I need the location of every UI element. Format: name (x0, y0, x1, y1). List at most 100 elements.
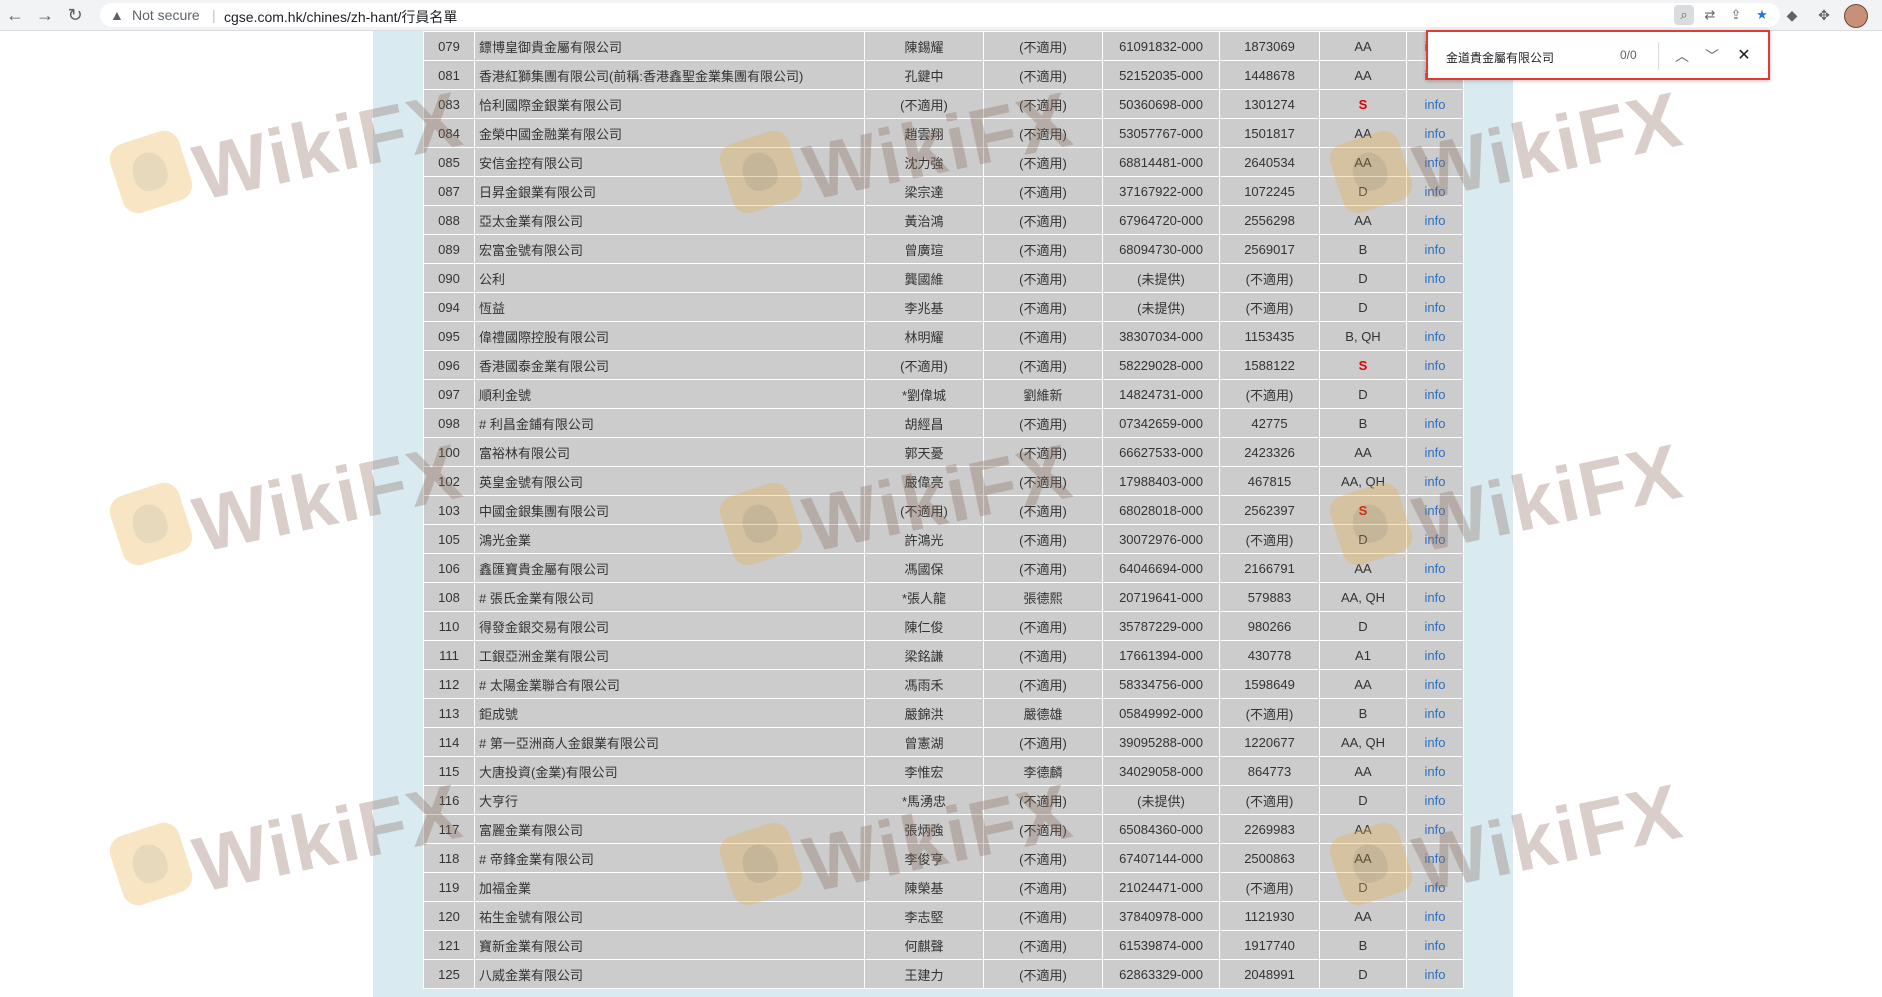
info-link[interactable]: info (1406, 524, 1464, 554)
wikifx-logo-icon (105, 818, 197, 910)
info-link[interactable]: info (1406, 582, 1464, 612)
member-grade: AA, QH (1319, 466, 1407, 496)
security-label[interactable]: Not secure (132, 7, 200, 23)
member-no: 098 (423, 408, 475, 438)
info-link[interactable]: info (1406, 408, 1464, 438)
chevron-up-icon[interactable]: ︿ (1670, 44, 1694, 68)
info-link[interactable]: info (1406, 756, 1464, 786)
member-no: 085 (423, 147, 475, 177)
profile-avatar[interactable] (1844, 4, 1868, 28)
table-row: 087 日昇金銀業有限公司 梁宗達 (不適用) 37167922-000 1072245 D… (423, 176, 1464, 206)
bookmark-star-icon[interactable]: ★ (1752, 5, 1772, 25)
member-representative: 陳榮基 (864, 872, 984, 902)
info-link[interactable]: info (1406, 669, 1464, 699)
info-link[interactable]: info (1406, 205, 1464, 235)
info-link[interactable]: info (1406, 843, 1464, 873)
info-link[interactable]: info (1406, 350, 1464, 380)
info-link[interactable]: info (1406, 437, 1464, 467)
member-grade: D (1319, 872, 1407, 902)
member-grade: S (1319, 89, 1407, 119)
info-link[interactable]: info (1406, 698, 1464, 728)
translate-icon[interactable]: ⇄ (1700, 5, 1720, 25)
member-grade: AA (1319, 60, 1407, 90)
reload-icon[interactable]: ↻ (64, 4, 86, 26)
member-grade: D (1319, 785, 1407, 815)
info-link[interactable]: info (1406, 640, 1464, 670)
info-link[interactable]: info (1406, 379, 1464, 409)
member-br-number: 52152035-000 (1102, 60, 1220, 90)
info-link[interactable]: info (1406, 495, 1464, 525)
info-link[interactable]: info (1406, 466, 1464, 496)
member-grade: AA (1319, 205, 1407, 235)
member-br-number: 37840978-000 (1102, 901, 1220, 931)
info-link[interactable]: info (1406, 89, 1464, 119)
member-no: 119 (423, 872, 475, 902)
member-no: 090 (423, 263, 475, 293)
close-icon[interactable]: ✕ (1732, 44, 1756, 68)
address-bar[interactable]: ▲ Not secure | cgse.com.hk/chines/zh-han… (100, 3, 1780, 27)
warning-icon[interactable]: ▲ (110, 6, 124, 24)
forward-arrow-icon[interactable]: → (34, 4, 56, 26)
table-row: 117 富麗金業有限公司 張炳強 (不適用) 65084360-000 2269983 AA… (423, 814, 1464, 844)
member-br-number: 14824731-000 (1102, 379, 1220, 409)
member-no: 117 (423, 814, 475, 844)
member-representative: (不適用) (864, 89, 984, 119)
table-row: 121 寶新金業有限公司 何麒聲 (不適用) 61539874-000 1917740 Bi… (423, 930, 1464, 960)
member-license-number: 980266 (1219, 611, 1320, 641)
omnibox-divider: | (212, 7, 216, 23)
member-representative: 沈力強 (864, 147, 984, 177)
table-row: 105 鴻光金業 許鴻光 (不適用) 30072976-000 (不適用) Dinfo (423, 524, 1464, 554)
url-text[interactable]: cgse.com.hk/chines/zh-hant/行員名單 (224, 7, 457, 27)
member-license-number: 2640534 (1219, 147, 1320, 177)
info-link[interactable]: info (1406, 118, 1464, 148)
table-row: 113 鉅成號 嚴錦洪 嚴德雄 05849992-000 (不適用) Binfo (423, 698, 1464, 728)
member-grade: D (1319, 292, 1407, 322)
member-license-number: 2048991 (1219, 959, 1320, 989)
member-no: 111 (423, 640, 475, 670)
share-icon[interactable]: ⇪ (1726, 5, 1746, 25)
info-link[interactable]: info (1406, 814, 1464, 844)
info-link[interactable]: info (1406, 727, 1464, 757)
member-alternate: 張德熙 (983, 582, 1103, 612)
member-license-number: (不適用) (1219, 524, 1320, 554)
info-link[interactable]: info (1406, 611, 1464, 641)
member-br-number: 17988403-000 (1102, 466, 1220, 496)
member-alternate: (不適用) (983, 263, 1103, 293)
member-alternate: (不適用) (983, 234, 1103, 264)
wikifx-logo-icon (105, 478, 197, 570)
member-br-number: (未提供) (1102, 785, 1220, 815)
member-no: 100 (423, 437, 475, 467)
member-br-number: 61539874-000 (1102, 930, 1220, 960)
member-name: 公利 (474, 263, 865, 293)
find-page-icon[interactable]: ⌕ (1674, 5, 1694, 25)
info-link[interactable]: info (1406, 321, 1464, 351)
member-alternate: (不適用) (983, 350, 1103, 380)
info-link[interactable]: info (1406, 176, 1464, 206)
puzzle-icon[interactable]: ✥ (1814, 5, 1834, 25)
member-representative: 李惟宏 (864, 756, 984, 786)
info-link[interactable]: info (1406, 901, 1464, 931)
back-arrow-icon[interactable]: ← (4, 4, 26, 26)
extension-icon[interactable]: ◆ (1782, 5, 1802, 25)
table-row: 120 祐生金號有限公司 李志堅 (不適用) 37840978-000 1121930 AA… (423, 901, 1464, 931)
member-no: 095 (423, 321, 475, 351)
table-row: 114 # 第一亞洲商人金銀業有限公司 曾憲湖 (不適用) 39095288-000 12… (423, 727, 1464, 757)
table-row: 119 加福金業 陳榮基 (不適用) 21024471-000 (不適用) Dinfo (423, 872, 1464, 902)
info-link[interactable]: info (1406, 553, 1464, 583)
info-link[interactable]: info (1406, 959, 1464, 989)
info-link[interactable]: info (1406, 234, 1464, 264)
chevron-down-icon[interactable]: ﹀ (1700, 44, 1724, 68)
info-link[interactable]: info (1406, 930, 1464, 960)
info-link[interactable]: info (1406, 147, 1464, 177)
member-no: 094 (423, 292, 475, 322)
table-row: 103 中國金銀集團有限公司 (不適用) (不適用) 68028018-000 25623… (423, 495, 1464, 525)
info-link[interactable]: info (1406, 785, 1464, 815)
member-grade: AA (1319, 553, 1407, 583)
member-name: 富麗金業有限公司 (474, 814, 865, 844)
info-link[interactable]: info (1406, 263, 1464, 293)
info-link[interactable]: info (1406, 292, 1464, 322)
info-link[interactable]: info (1406, 872, 1464, 902)
find-input[interactable] (1444, 46, 1608, 68)
member-representative: 嚴偉亮 (864, 466, 984, 496)
member-representative: *馬湧忠 (864, 785, 984, 815)
